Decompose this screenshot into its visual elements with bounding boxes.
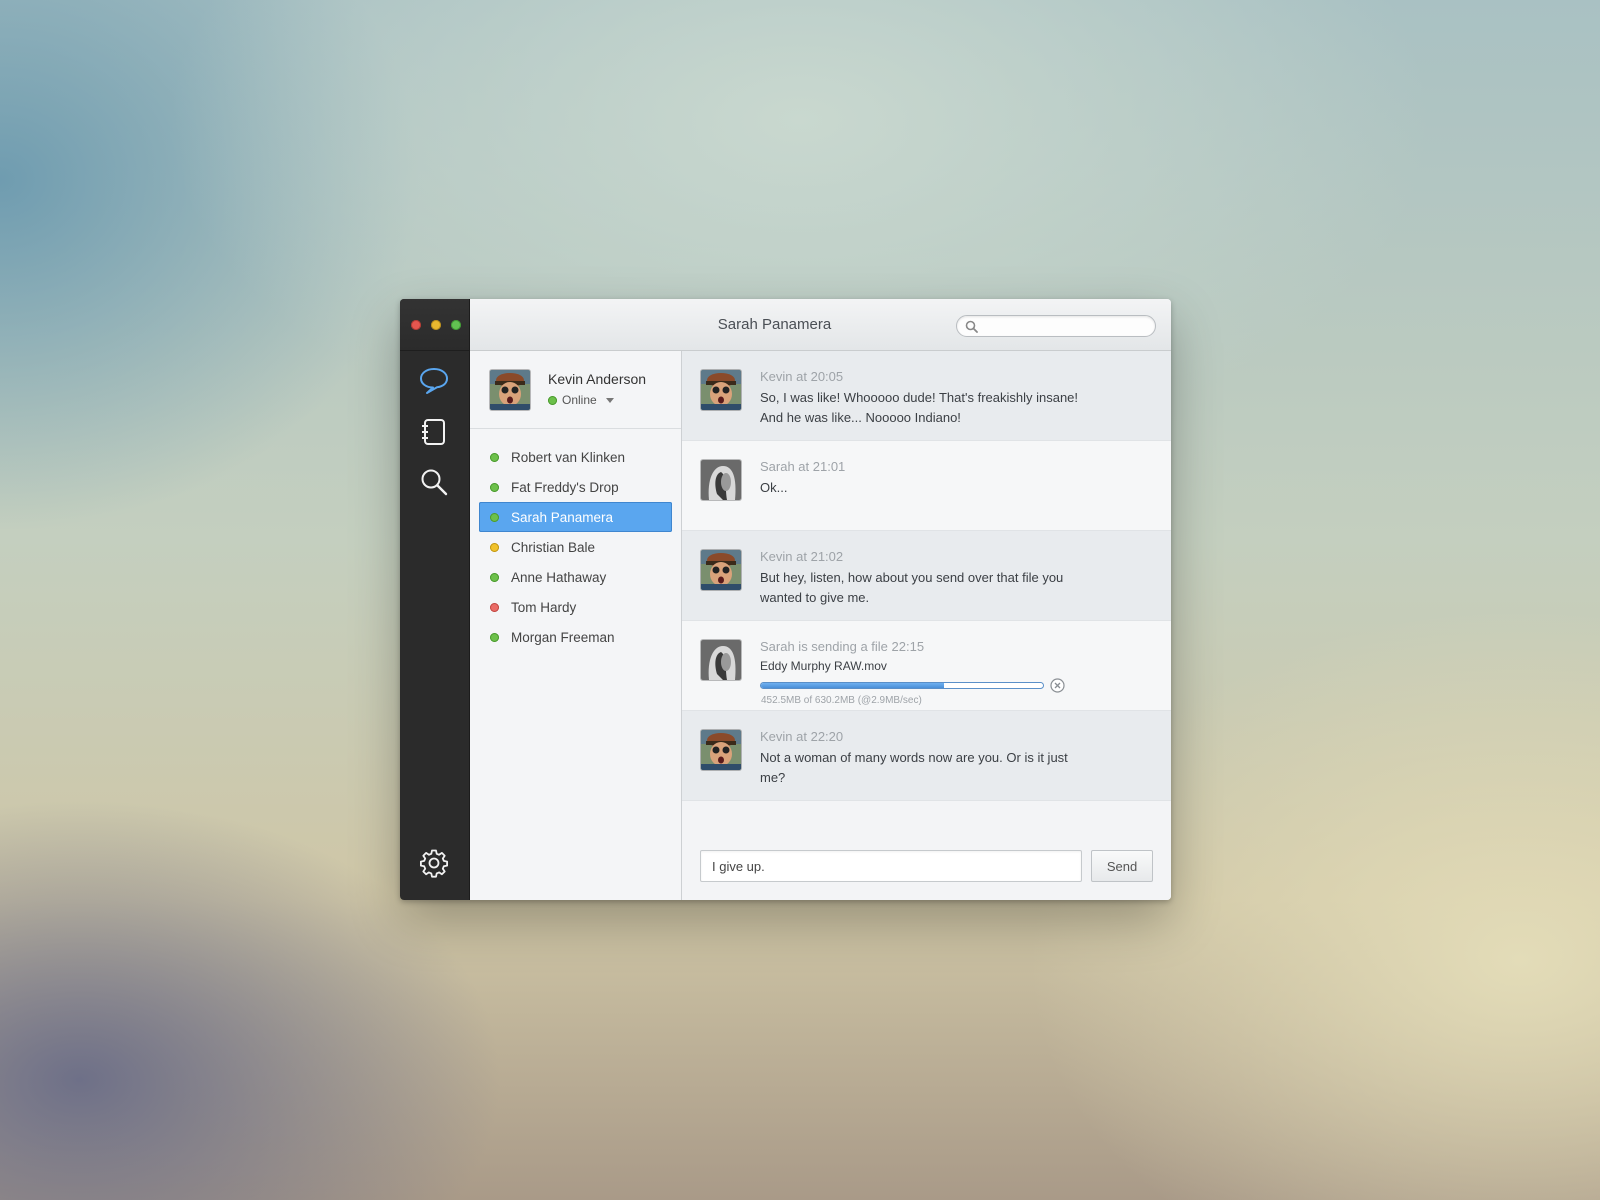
message-item: Kevin at 22:20 Not a woman of many words…: [682, 711, 1171, 801]
contact-list: Robert van Klinken Fat Freddy's Drop Sar…: [470, 429, 681, 652]
contact-item[interactable]: Tom Hardy: [479, 592, 672, 622]
message-meta: Sarah at 21:01: [760, 459, 846, 474]
online-status-dot: [490, 632, 499, 642]
search-input[interactable]: [983, 319, 1148, 333]
message-meta: Kevin at 20:05: [760, 369, 844, 384]
avatar: [701, 730, 741, 770]
contact-name: Fat Freddy's Drop: [511, 479, 619, 495]
search-icon: [421, 469, 448, 496]
contact-name: Anne Hathaway: [511, 569, 607, 585]
online-status-dot: [490, 512, 499, 522]
gear-icon: [420, 849, 448, 878]
message-input[interactable]: [700, 850, 1082, 882]
message-meta: Kevin at 22:20: [760, 729, 844, 744]
online-status-dot: [490, 572, 499, 582]
file-progress-bar: [760, 682, 1044, 689]
contact-name: Morgan Freeman: [511, 629, 615, 645]
close-window-button[interactable]: [411, 320, 421, 330]
my-profile: Kevin Anderson Online: [470, 351, 681, 429]
file-progress-fill: [761, 683, 945, 688]
search-field[interactable]: [956, 315, 1156, 337]
search-icon: [965, 320, 978, 333]
online-status-dot: [548, 395, 557, 405]
main-panel: Sarah Panamera Kevin Anderson Online Rob…: [470, 299, 1171, 900]
nav-chats-button[interactable]: [416, 363, 452, 399]
minimize-window-button[interactable]: [431, 320, 441, 330]
content-area: Kevin Anderson Online Robert van Klinken: [470, 351, 1171, 900]
file-transfer-item: Sarah is sending a file 22:15 Eddy Murph…: [682, 621, 1171, 711]
sarah-avatar-icon: [701, 460, 741, 500]
file-transfer-detail: 452.5MB of 630.2MB (@2.9MB/sec): [761, 695, 922, 706]
nav-settings-button[interactable]: [416, 845, 452, 881]
contact-name: Robert van Klinken: [511, 449, 626, 465]
my-name: Kevin Anderson: [548, 371, 647, 387]
contact-item[interactable]: Christian Bale: [479, 532, 672, 562]
nav-rail: [400, 299, 470, 900]
message-text: So, I was like! Whooooo dude! That's fre…: [760, 390, 1079, 425]
send-button[interactable]: Send: [1091, 850, 1153, 882]
chevron-down-icon: [605, 397, 614, 403]
address-book-icon: [422, 419, 445, 445]
contact-item[interactable]: Morgan Freeman: [479, 622, 672, 652]
online-status-dot: [490, 482, 499, 492]
message-meta: Sarah is sending a file 22:15: [760, 639, 925, 654]
maximize-window-button[interactable]: [451, 320, 461, 330]
close-circle-icon: [1050, 678, 1065, 693]
kevin-avatar-icon: [490, 370, 530, 410]
cancel-transfer-button[interactable]: [1050, 678, 1065, 693]
contact-item[interactable]: Fat Freddy's Drop: [479, 472, 672, 502]
avatar: [701, 640, 741, 680]
avatar: [701, 550, 741, 590]
nav-contacts-button[interactable]: [416, 414, 452, 450]
message-composer: Send: [700, 850, 1153, 882]
online-status-dot: [490, 452, 499, 462]
message-text: Not a woman of many words now are you. O…: [760, 750, 1068, 785]
avatar: [701, 370, 741, 410]
contact-name: Christian Bale: [511, 539, 596, 555]
avatar[interactable]: [490, 370, 530, 410]
message-text: Ok...: [760, 480, 788, 495]
contacts-panel: Kevin Anderson Online Robert van Klinken: [470, 351, 682, 900]
contact-item[interactable]: Robert van Klinken: [479, 442, 672, 472]
chat-window: Sarah Panamera Kevin Anderson Online Rob…: [400, 299, 1171, 900]
conversation-panel: Kevin at 20:05 So, I was like! Whooooo d…: [682, 351, 1171, 900]
sarah-avatar-icon: [701, 640, 741, 680]
away-status-dot: [490, 542, 499, 552]
file-name[interactable]: Eddy Murphy RAW.mov: [760, 659, 887, 673]
message-item: Kevin at 21:02 But hey, listen, how abou…: [682, 531, 1171, 621]
message-meta: Kevin at 21:02: [760, 549, 844, 564]
contact-name: Sarah Panamera: [511, 509, 614, 525]
window-controls: [400, 299, 469, 351]
message-text: But hey, listen, how about you send over…: [760, 570, 1064, 605]
chat-bubble-icon: [420, 368, 448, 394]
kevin-avatar-icon: [701, 370, 741, 410]
contact-item[interactable]: Anne Hathaway: [479, 562, 672, 592]
title-bar: Sarah Panamera: [470, 299, 1171, 351]
message-item: Sarah at 21:01 Ok...: [682, 441, 1171, 531]
busy-status-dot: [490, 602, 499, 612]
message-item: Kevin at 20:05 So, I was like! Whooooo d…: [682, 351, 1171, 441]
status-dropdown[interactable]: Online: [548, 393, 614, 407]
avatar: [701, 460, 741, 500]
contact-name: Tom Hardy: [511, 599, 577, 615]
contact-item-selected[interactable]: Sarah Panamera: [479, 502, 672, 532]
kevin-avatar-icon: [701, 730, 741, 770]
window-title: Sarah Panamera: [717, 316, 832, 333]
status-label: Online: [562, 393, 597, 407]
kevin-avatar-icon: [701, 550, 741, 590]
nav-search-button[interactable]: [416, 464, 452, 500]
